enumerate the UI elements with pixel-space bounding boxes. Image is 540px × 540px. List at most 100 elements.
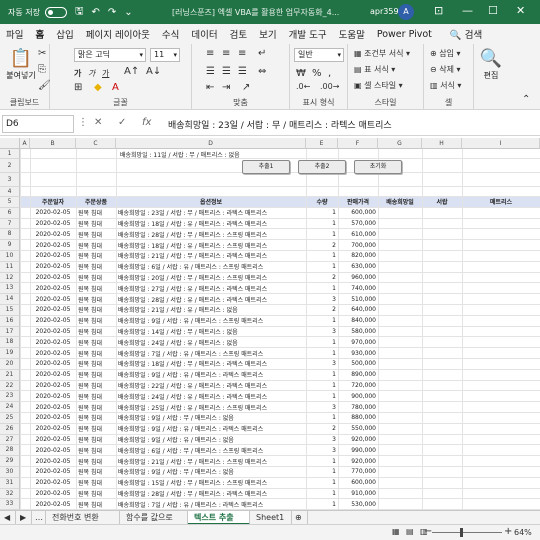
date-cell[interactable]: 2020-02-05 [30,478,76,488]
row-header[interactable]: 3 [0,173,20,187]
product-cell[interactable]: 원목 침대 [76,208,116,218]
quantity-cell[interactable]: 2 [306,424,338,434]
product-cell[interactable]: 원목 침대 [76,391,116,401]
extract1-button[interactable]: 추출1 [242,160,290,174]
option-cell[interactable]: 배송희망일 : 15일 / 서랍 : 무 / 매트리스 : 스프링 매트리스 [116,478,306,488]
row-header[interactable]: 9 [0,240,20,251]
menu-item[interactable]: 데이터 [185,27,223,41]
quantity-cell[interactable]: 2 [306,273,338,283]
product-cell[interactable]: 원목 침대 [76,413,116,423]
borders-icon[interactable]: ⊞ [74,82,82,93]
price-cell[interactable]: 700,000 [338,240,378,250]
underline-button[interactable]: 가 [102,68,109,79]
enter-icon[interactable]: ✓ [118,117,126,128]
date-cell[interactable]: 2020-02-05 [30,251,76,261]
merge-center-icon[interactable]: ⇔ [258,66,266,77]
date-cell[interactable]: 2020-02-05 [30,208,76,218]
option-cell[interactable]: 배송희망일 : 9일 / 서랍 : 유 / 매트리스 : 스프링 매트리스 [116,316,306,326]
sheet-tab[interactable]: 함수를 값으로 [120,511,188,525]
quantity-cell[interactable]: 1 [306,370,338,380]
price-cell[interactable]: 630,000 [338,262,378,272]
option-cell[interactable]: 배송희망일 : 28일 / 서랍 : 무 / 매트리스 : 라텍스 매트리스 [116,489,306,499]
date-cell[interactable]: 2020-02-05 [30,262,76,272]
row-header[interactable]: 22 [0,380,20,392]
collapse-ribbon-icon[interactable]: ⌃ [522,94,530,105]
quantity-cell[interactable]: 1 [306,413,338,423]
column-title[interactable]: 판매가격 [338,197,378,207]
product-cell[interactable]: 원목 침대 [76,337,116,347]
column-header[interactable]: H [422,138,462,149]
namebox-dropdown-icon[interactable]: ⋮ [78,117,88,128]
more-tabs-icon[interactable]: … [32,511,46,525]
date-cell[interactable]: 2020-02-05 [30,424,76,434]
currency-icon[interactable]: ₩ [296,68,306,79]
price-cell[interactable]: 990,000 [338,445,378,455]
cancel-icon[interactable]: ✕ [94,117,102,128]
save-icon[interactable]: 🖫 [75,4,84,21]
row-header[interactable]: 13 [0,283,20,295]
price-cell[interactable]: 970,000 [338,337,378,347]
row-header[interactable]: 18 [0,337,20,349]
column-title[interactable]: 매트리스 [462,197,540,207]
option-cell[interactable]: 배송희망일 : 28일 / 서랍 : 무 / 매트리스 : 스프링 매트리스 [116,229,306,239]
select-all-corner[interactable] [0,138,20,149]
row-header[interactable]: 7 [0,218,20,230]
option-cell[interactable]: 배송희망일 : 9일 / 서랍 : 유 / 매트리스 : 라텍스 매트리스 [116,370,306,380]
quantity-cell[interactable]: 1 [306,219,338,229]
option-cell[interactable]: 배송희망일 : 27일 / 서랍 : 유 / 매트리스 : 라텍스 매트리스 [116,283,306,293]
product-cell[interactable]: 원목 침대 [76,359,116,369]
product-cell[interactable]: 원목 침대 [76,348,116,358]
quantity-cell[interactable]: 1 [306,262,338,272]
price-cell[interactable]: 880,000 [338,413,378,423]
formula-input[interactable]: 배송희망일 : 23일 / 서랍 : 무 / 매트리스 : 라텍스 매트리스 [168,118,392,131]
menu-item[interactable]: 파일 [0,27,29,41]
price-cell[interactable]: 510,000 [338,294,378,304]
quantity-cell[interactable]: 3 [306,327,338,337]
option-cell[interactable]: 배송희망일 : 9일 / 서랍 : 유 / 매트리스 : 라텍스 매트리스 [116,424,306,434]
zoom-slider-handle[interactable] [460,528,463,537]
avatar[interactable]: A [398,4,414,20]
qat-more-icon[interactable]: ⌄ [124,7,132,18]
column-header[interactable]: F [338,138,378,149]
option-cell[interactable]: 배송희망일 : 18일 / 서랍 : 유 / 매트리스 : 스프링 매트리스 [116,240,306,250]
row-header[interactable]: 23 [0,391,20,403]
row-header[interactable]: 26 [0,423,20,435]
insert-function-icon[interactable]: fx [142,117,151,128]
quantity-cell[interactable]: 3 [306,294,338,304]
date-cell[interactable]: 2020-02-05 [30,391,76,401]
sheet-tab[interactable]: 전화번호 변환 [46,511,120,525]
row-header[interactable]: 6 [0,207,20,219]
normal-view-icon[interactable]: ▦ [392,527,400,536]
price-cell[interactable]: 780,000 [338,402,378,412]
delete-cells-button[interactable]: ⊖ 삭제 ▾ [430,64,461,75]
row-header[interactable]: 30 [0,467,20,478]
product-cell[interactable]: 원목 침대 [76,402,116,412]
column-title[interactable]: 옵션정보 [116,197,306,207]
product-cell[interactable]: 원목 침대 [76,305,116,315]
quantity-cell[interactable]: 1 [306,467,338,477]
quantity-cell[interactable]: 1 [306,499,338,509]
sheet-tab[interactable]: 텍스트 추출 [188,511,250,525]
row-header[interactable]: 8 [0,229,20,241]
price-cell[interactable]: 900,000 [338,391,378,401]
price-cell[interactable]: 910,000 [338,489,378,499]
date-cell[interactable]: 2020-02-05 [30,240,76,250]
product-cell[interactable]: 원목 침대 [76,499,116,509]
note-cell[interactable]: 배송희망일 : 11일 / 서랍 : 무 / 매트리스 : 없음 [120,150,240,159]
add-sheet-icon[interactable]: ⊕ [292,511,308,525]
product-cell[interactable]: 원목 침대 [76,240,116,250]
redo-icon[interactable]: ↷ [108,7,116,18]
quantity-cell[interactable]: 3 [306,435,338,445]
font-name-select[interactable]: 맑은 고딕 ▾ [74,48,146,62]
maximize-icon[interactable]: ☐ [488,4,498,17]
date-cell[interactable]: 2020-02-05 [30,327,76,337]
menu-item[interactable]: 삽입 [50,27,79,41]
row-header[interactable]: 28 [0,445,20,457]
option-cell[interactable]: 배송희망일 : 21일 / 서랍 : 유 / 매트리스 : 없음 [116,305,306,315]
quantity-cell[interactable]: 1 [306,229,338,239]
option-cell[interactable]: 배송희망일 : 7일 / 서랍 : 유 / 매트리스 : 스프링 매트리스 [116,348,306,358]
row-header[interactable]: 29 [0,456,20,467]
price-cell[interactable]: 890,000 [338,370,378,380]
quantity-cell[interactable]: 1 [306,251,338,261]
option-cell[interactable]: 배송희망일 : 20일 / 서랍 : 무 / 매트리스 : 스프링 매트리스 [116,273,306,283]
